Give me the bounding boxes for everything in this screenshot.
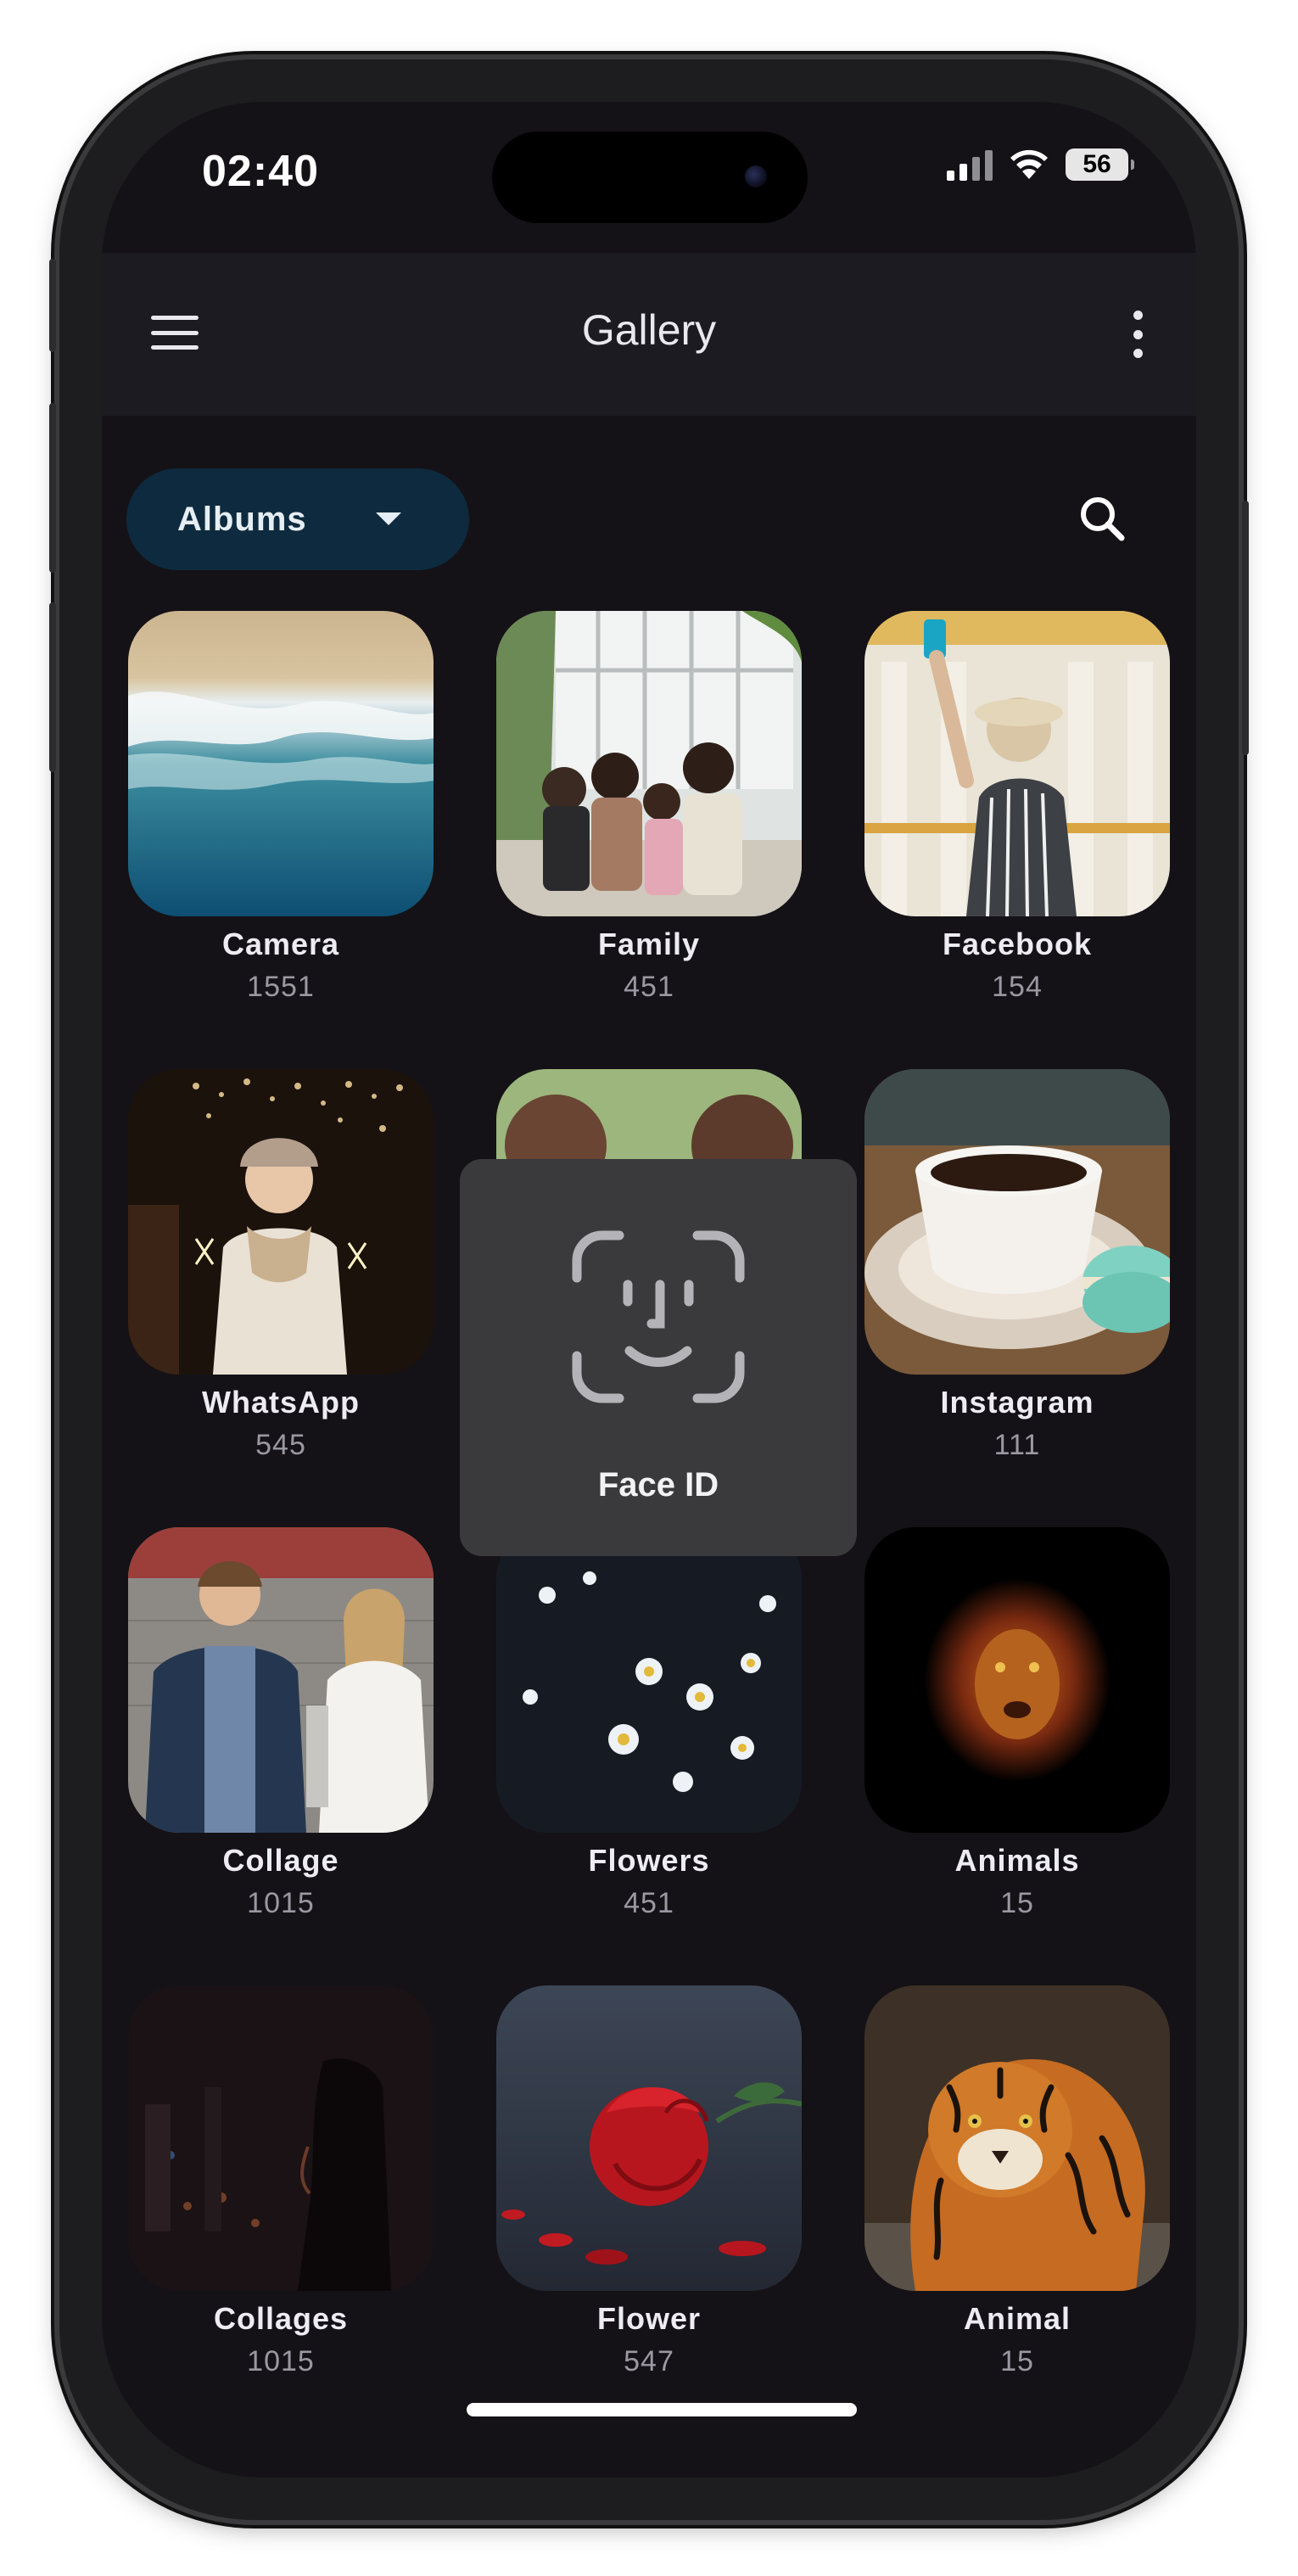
album-tile-collages[interactable]: Collages 1015 (128, 1985, 434, 2378)
volume-down-button (49, 602, 56, 772)
album-thumbnail (128, 1985, 434, 2291)
dynamic-island (492, 132, 808, 223)
side-button (1242, 501, 1249, 755)
face-id-label: Face ID (597, 1466, 719, 1504)
more-options-icon[interactable] (1132, 311, 1144, 358)
album-count: 1551 (247, 971, 315, 1003)
status-icons: 56 (947, 148, 1134, 181)
album-thumbnail (128, 1069, 434, 1375)
album-thumbnail (864, 1527, 1170, 1833)
search-icon[interactable] (1069, 485, 1137, 553)
album-count: 15 (1000, 2345, 1034, 2377)
album-tile-flowers[interactable]: Flowers 451 (496, 1527, 802, 1920)
album-count: 15 (1000, 1887, 1034, 1919)
album-tile-animal[interactable]: Animal 15 (864, 1985, 1170, 2378)
album-thumbnail (496, 1527, 802, 1833)
battery-icon: 56 (1066, 148, 1134, 181)
home-indicator[interactable] (467, 2403, 857, 2416)
camera-lens (745, 165, 767, 188)
album-tile-family[interactable]: Family 451 (496, 611, 802, 1004)
album-count: 451 (624, 971, 674, 1003)
album-name: Family (597, 927, 701, 961)
album-name: Collages (213, 2301, 349, 2336)
face-id-icon (572, 1230, 745, 1403)
album-thumbnail (864, 1985, 1170, 2291)
wifi-icon (1010, 149, 1048, 179)
album-name: Flower (596, 2301, 701, 2336)
album-name: Camera (221, 927, 340, 961)
albums-dropdown-label: Albums (177, 500, 307, 538)
caret-down-icon (376, 512, 401, 525)
screen: 02:40 56 Gallery Albums Camera 1551 Fami… (102, 102, 1196, 2478)
album-name: Flowers (588, 1843, 710, 1878)
album-name: Instagram (940, 1385, 1094, 1420)
album-count: 545 (255, 1429, 306, 1461)
album-tile-flower[interactable]: Flower 547 (496, 1985, 802, 2378)
album-name: Animal (963, 2301, 1071, 2336)
album-count: 111 (993, 1429, 1041, 1461)
album-count: 1015 (247, 2345, 315, 2377)
album-thumbnail (128, 611, 434, 916)
album-tile-camera[interactable]: Camera 1551 (128, 611, 434, 1004)
albums-dropdown[interactable]: Albums (126, 468, 469, 570)
album-thumbnail (496, 1985, 802, 2291)
album-name: Collage (222, 1843, 339, 1878)
volume-up-button (49, 403, 56, 573)
album-count: 1015 (247, 1887, 315, 1919)
phone-frame: 02:40 56 Gallery Albums Camera 1551 Fami… (49, 59, 1249, 2520)
album-count: 547 (624, 2345, 674, 2377)
album-thumbnail (128, 1527, 434, 1833)
album-thumbnail (864, 611, 1170, 916)
status-time: 02:40 (202, 147, 319, 196)
album-tile-whatsapp[interactable]: WhatsApp 545 (128, 1069, 434, 1462)
app-bar: Gallery (102, 253, 1196, 416)
album-tile-facebook[interactable]: Facebook 154 (864, 611, 1170, 1004)
album-tile-instagram[interactable]: Instagram 111 (864, 1069, 1170, 1462)
album-name: Facebook (942, 927, 1093, 961)
cellular-signal-icon (947, 148, 993, 181)
album-thumbnail (864, 1069, 1170, 1375)
face-id-overlay: Face ID (460, 1159, 857, 1556)
page-title: Gallery (581, 306, 717, 354)
album-thumbnail (496, 611, 802, 916)
album-name: Animals (954, 1843, 1080, 1878)
album-tile-collage[interactable]: Collage 1015 (128, 1527, 434, 1920)
album-name: WhatsApp (202, 1385, 360, 1420)
album-count: 154 (992, 971, 1043, 1003)
action-button (49, 259, 56, 352)
album-tile-animals[interactable]: Animals 15 (864, 1527, 1170, 1920)
album-count: 451 (624, 1887, 674, 1919)
